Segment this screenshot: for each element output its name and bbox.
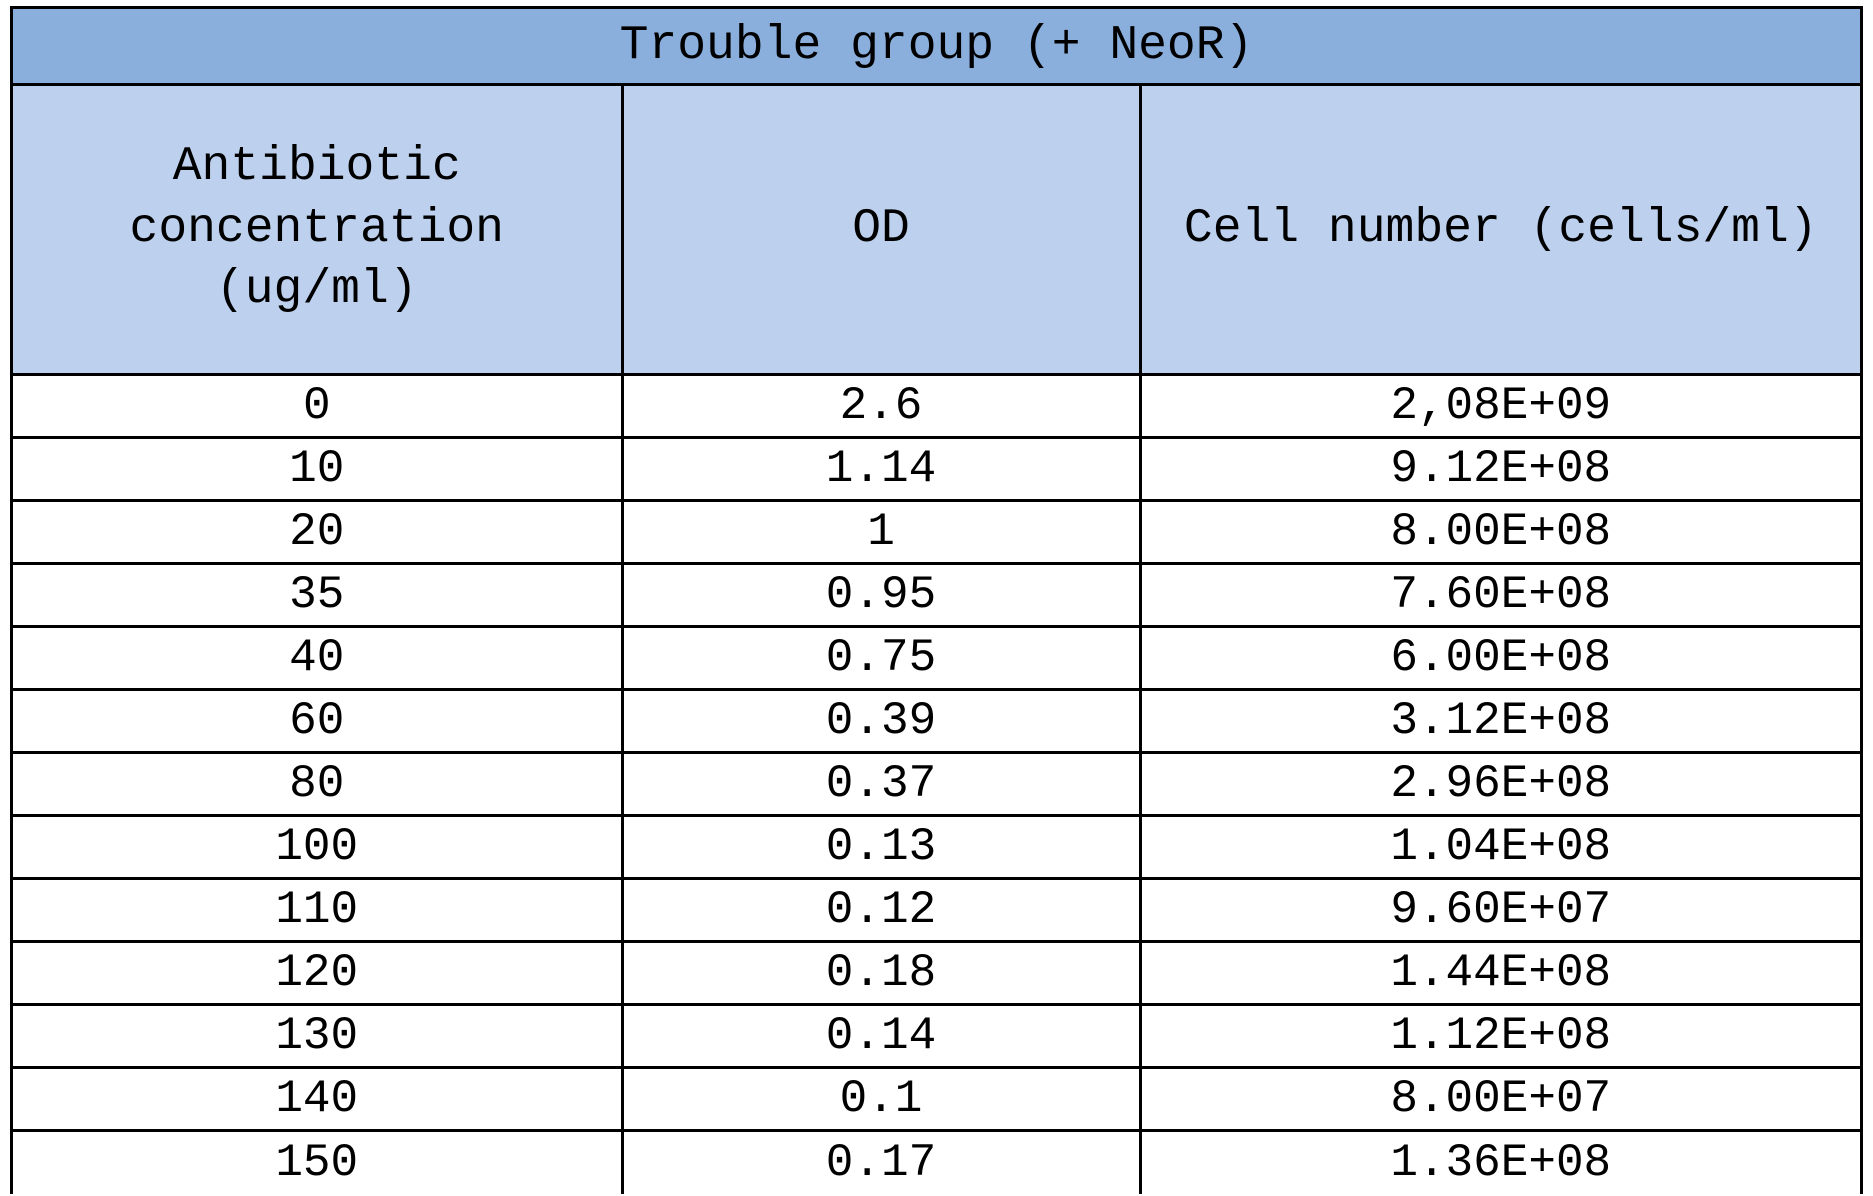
cell-od: 0.14: [622, 1005, 1140, 1068]
cell-od: 0.12: [622, 879, 1140, 942]
table-row: 10 1.14 9.12E+08: [12, 438, 1862, 501]
cell-concentration: 0: [12, 375, 623, 438]
cell-cells: 9.12E+08: [1140, 438, 1862, 501]
cell-cells: 1.04E+08: [1140, 816, 1862, 879]
cell-od: 0.75: [622, 627, 1140, 690]
cell-concentration: 150: [12, 1131, 623, 1194]
cell-concentration: 100: [12, 816, 623, 879]
cell-cells: 1.12E+08: [1140, 1005, 1862, 1068]
cell-od: 0.95: [622, 564, 1140, 627]
table-title: Trouble group (+ NeoR): [12, 8, 1862, 85]
table-row: 40 0.75 6.00E+08: [12, 627, 1862, 690]
cell-od: 1.14: [622, 438, 1140, 501]
col-header-cells: Cell number (cells/ml): [1140, 85, 1862, 375]
cell-cells: 8.00E+08: [1140, 501, 1862, 564]
cell-cells: 1.36E+08: [1140, 1131, 1862, 1194]
cell-concentration: 40: [12, 627, 623, 690]
cell-cells: 1.44E+08: [1140, 942, 1862, 1005]
table-row: 110 0.12 9.60E+07: [12, 879, 1862, 942]
table-row: 140 0.1 8.00E+07: [12, 1068, 1862, 1131]
cell-cells: 9.60E+07: [1140, 879, 1862, 942]
cell-concentration: 20: [12, 501, 623, 564]
table-row: 80 0.37 2.96E+08: [12, 753, 1862, 816]
table-title-row: Trouble group (+ NeoR): [12, 8, 1862, 85]
cell-od: 0.39: [622, 690, 1140, 753]
cell-concentration: 140: [12, 1068, 623, 1131]
cell-od: 0.18: [622, 942, 1140, 1005]
cell-od: 0.1: [622, 1068, 1140, 1131]
table-row: 130 0.14 1.12E+08: [12, 1005, 1862, 1068]
cell-od: 1: [622, 501, 1140, 564]
data-table: Trouble group (+ NeoR) Antibiotic concen…: [10, 6, 1863, 1194]
cell-cells: 2,08E+09: [1140, 375, 1862, 438]
cell-od: 0.17: [622, 1131, 1140, 1194]
table-body: 0 2.6 2,08E+09 10 1.14 9.12E+08 20 1 8.0…: [12, 375, 1862, 1194]
table-row: 150 0.17 1.36E+08: [12, 1131, 1862, 1194]
table-row: 0 2.6 2,08E+09: [12, 375, 1862, 438]
col-header-od: OD: [622, 85, 1140, 375]
col-header-concentration: Antibiotic concentration (ug/ml): [12, 85, 623, 375]
table-row: 35 0.95 7.60E+08: [12, 564, 1862, 627]
cell-od: 2.6: [622, 375, 1140, 438]
cell-concentration: 35: [12, 564, 623, 627]
cell-cells: 6.00E+08: [1140, 627, 1862, 690]
cell-concentration: 10: [12, 438, 623, 501]
cell-od: 0.13: [622, 816, 1140, 879]
table-row: 120 0.18 1.44E+08: [12, 942, 1862, 1005]
cell-concentration: 120: [12, 942, 623, 1005]
cell-cells: 3.12E+08: [1140, 690, 1862, 753]
table-row: 20 1 8.00E+08: [12, 501, 1862, 564]
cell-cells: 8.00E+07: [1140, 1068, 1862, 1131]
cell-cells: 7.60E+08: [1140, 564, 1862, 627]
table-header-row: Antibiotic concentration (ug/ml) OD Cell…: [12, 85, 1862, 375]
cell-concentration: 130: [12, 1005, 623, 1068]
cell-concentration: 60: [12, 690, 623, 753]
cell-concentration: 110: [12, 879, 623, 942]
table-row: 100 0.13 1.04E+08: [12, 816, 1862, 879]
cell-concentration: 80: [12, 753, 623, 816]
cell-od: 0.37: [622, 753, 1140, 816]
table-row: 60 0.39 3.12E+08: [12, 690, 1862, 753]
table-container: Trouble group (+ NeoR) Antibiotic concen…: [0, 0, 1873, 1194]
cell-cells: 2.96E+08: [1140, 753, 1862, 816]
